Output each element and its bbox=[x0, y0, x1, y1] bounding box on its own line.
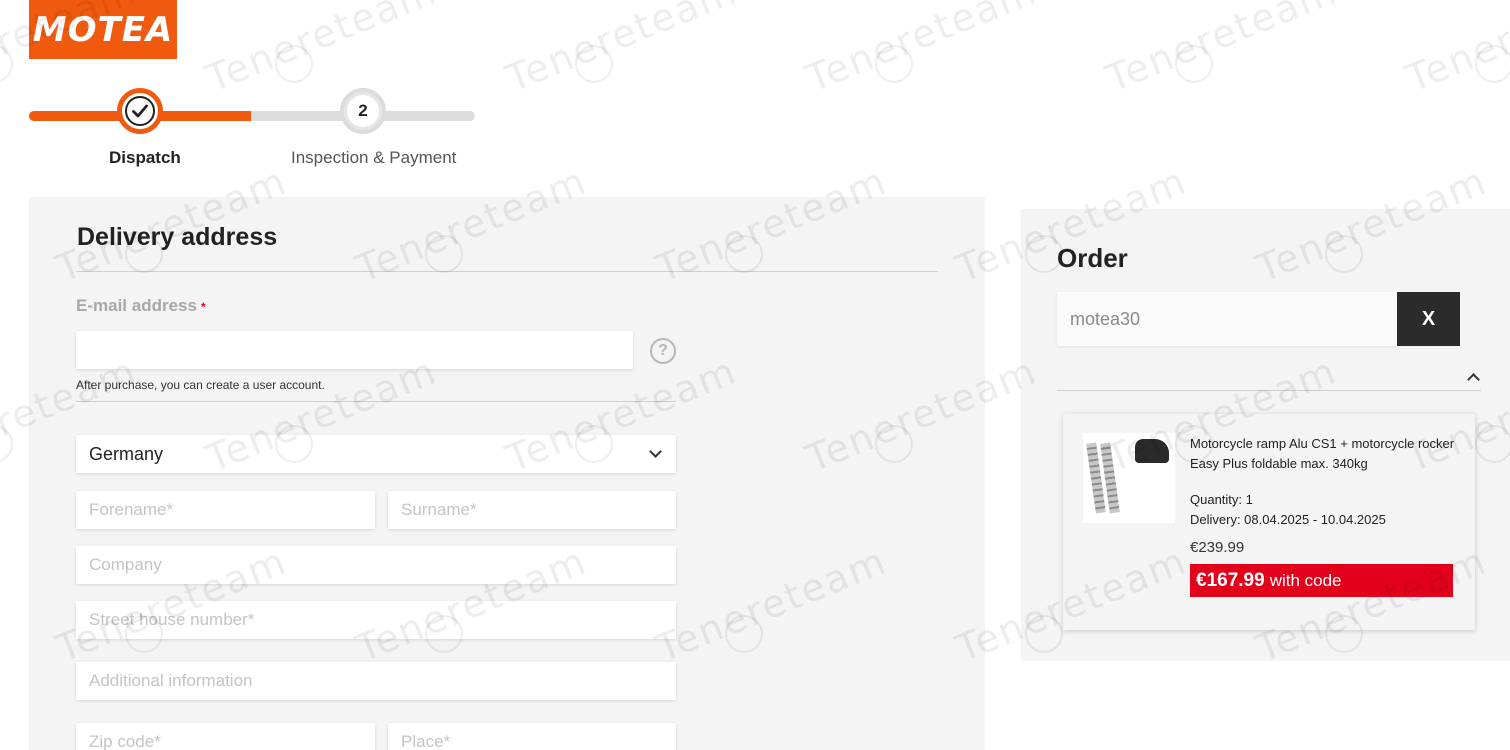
order-title: Order bbox=[1057, 243, 1128, 273]
watermark-seal bbox=[0, 45, 13, 83]
watermark-seal bbox=[1475, 45, 1510, 83]
watermark-text: Tenereteam bbox=[200, 0, 444, 101]
promo-price: €167.99 bbox=[1196, 569, 1265, 591]
chevron-up-icon[interactable] bbox=[1467, 373, 1480, 386]
watermark-text: Tenereteam bbox=[500, 0, 744, 101]
zip-input[interactable] bbox=[76, 723, 375, 750]
email-input[interactable] bbox=[76, 331, 633, 369]
additional-info-input[interactable] bbox=[76, 662, 676, 700]
coupon-code-field[interactable]: motea30 bbox=[1057, 292, 1397, 346]
promo-price-badge: €167.99 with code bbox=[1190, 564, 1453, 597]
step-dispatch-circle[interactable] bbox=[117, 88, 163, 134]
step-label-payment[interactable]: Inspection & Payment bbox=[291, 148, 456, 168]
motea-logo[interactable]: MOTEA bbox=[29, 0, 177, 59]
company-input[interactable] bbox=[76, 546, 676, 584]
place-input[interactable] bbox=[388, 723, 676, 750]
country-select[interactable]: Germany bbox=[76, 435, 676, 473]
product-image[interactable] bbox=[1083, 433, 1175, 523]
watermark-seal bbox=[275, 45, 313, 83]
step-payment-circle[interactable]: 2 bbox=[340, 88, 386, 134]
help-icon[interactable]: ? bbox=[650, 338, 676, 364]
forename-input[interactable] bbox=[76, 491, 375, 529]
required-mark: * bbox=[200, 300, 206, 314]
product-delivery: Delivery: 08.04.2025 - 10.04.2025 bbox=[1190, 512, 1386, 527]
step-label-dispatch[interactable]: Dispatch bbox=[109, 148, 181, 168]
divider bbox=[1057, 390, 1481, 391]
watermark-seal bbox=[0, 425, 13, 463]
step-number: 2 bbox=[347, 95, 379, 127]
watermark-seal bbox=[1175, 45, 1213, 83]
country-value: Germany bbox=[89, 443, 164, 464]
product-name[interactable]: Motorcycle ramp Alu CS1 + motorcycle roc… bbox=[1190, 434, 1460, 474]
street-input[interactable] bbox=[76, 601, 676, 639]
order-item-card: Motorcycle ramp Alu CS1 + motorcycle roc… bbox=[1063, 414, 1475, 630]
watermark-text: Tenereteam bbox=[1400, 0, 1510, 101]
remove-coupon-button[interactable]: X bbox=[1397, 292, 1460, 346]
logo-text: MOTEA bbox=[32, 9, 174, 50]
email-label-text: E-mail address bbox=[76, 296, 197, 315]
watermark-seal bbox=[875, 45, 913, 83]
surname-input[interactable] bbox=[388, 491, 676, 529]
email-hint: After purchase, you can create a user ac… bbox=[76, 378, 325, 392]
product-price: €239.99 bbox=[1190, 539, 1245, 556]
checkout-progress: 2 Dispatch Inspection & Payment bbox=[29, 88, 475, 178]
delivery-address-panel: Delivery address E-mail address * ? After… bbox=[29, 197, 985, 750]
order-summary-panel: Order motea30 X Motorcycle ramp Alu CS1 … bbox=[1021, 209, 1510, 661]
watermark-text: Tenereteam bbox=[1100, 0, 1344, 101]
delivery-title: Delivery address bbox=[77, 223, 278, 251]
chevron-down-icon bbox=[649, 445, 662, 458]
email-label: E-mail address * bbox=[76, 296, 206, 316]
promo-suffix: with code bbox=[1269, 570, 1342, 590]
watermark-text: Tenereteam bbox=[800, 0, 1044, 101]
product-quantity: Quantity: 1 bbox=[1190, 492, 1253, 507]
divider bbox=[76, 401, 676, 402]
watermark-seal bbox=[575, 45, 613, 83]
checkmark-icon bbox=[132, 104, 148, 118]
divider bbox=[76, 271, 938, 272]
